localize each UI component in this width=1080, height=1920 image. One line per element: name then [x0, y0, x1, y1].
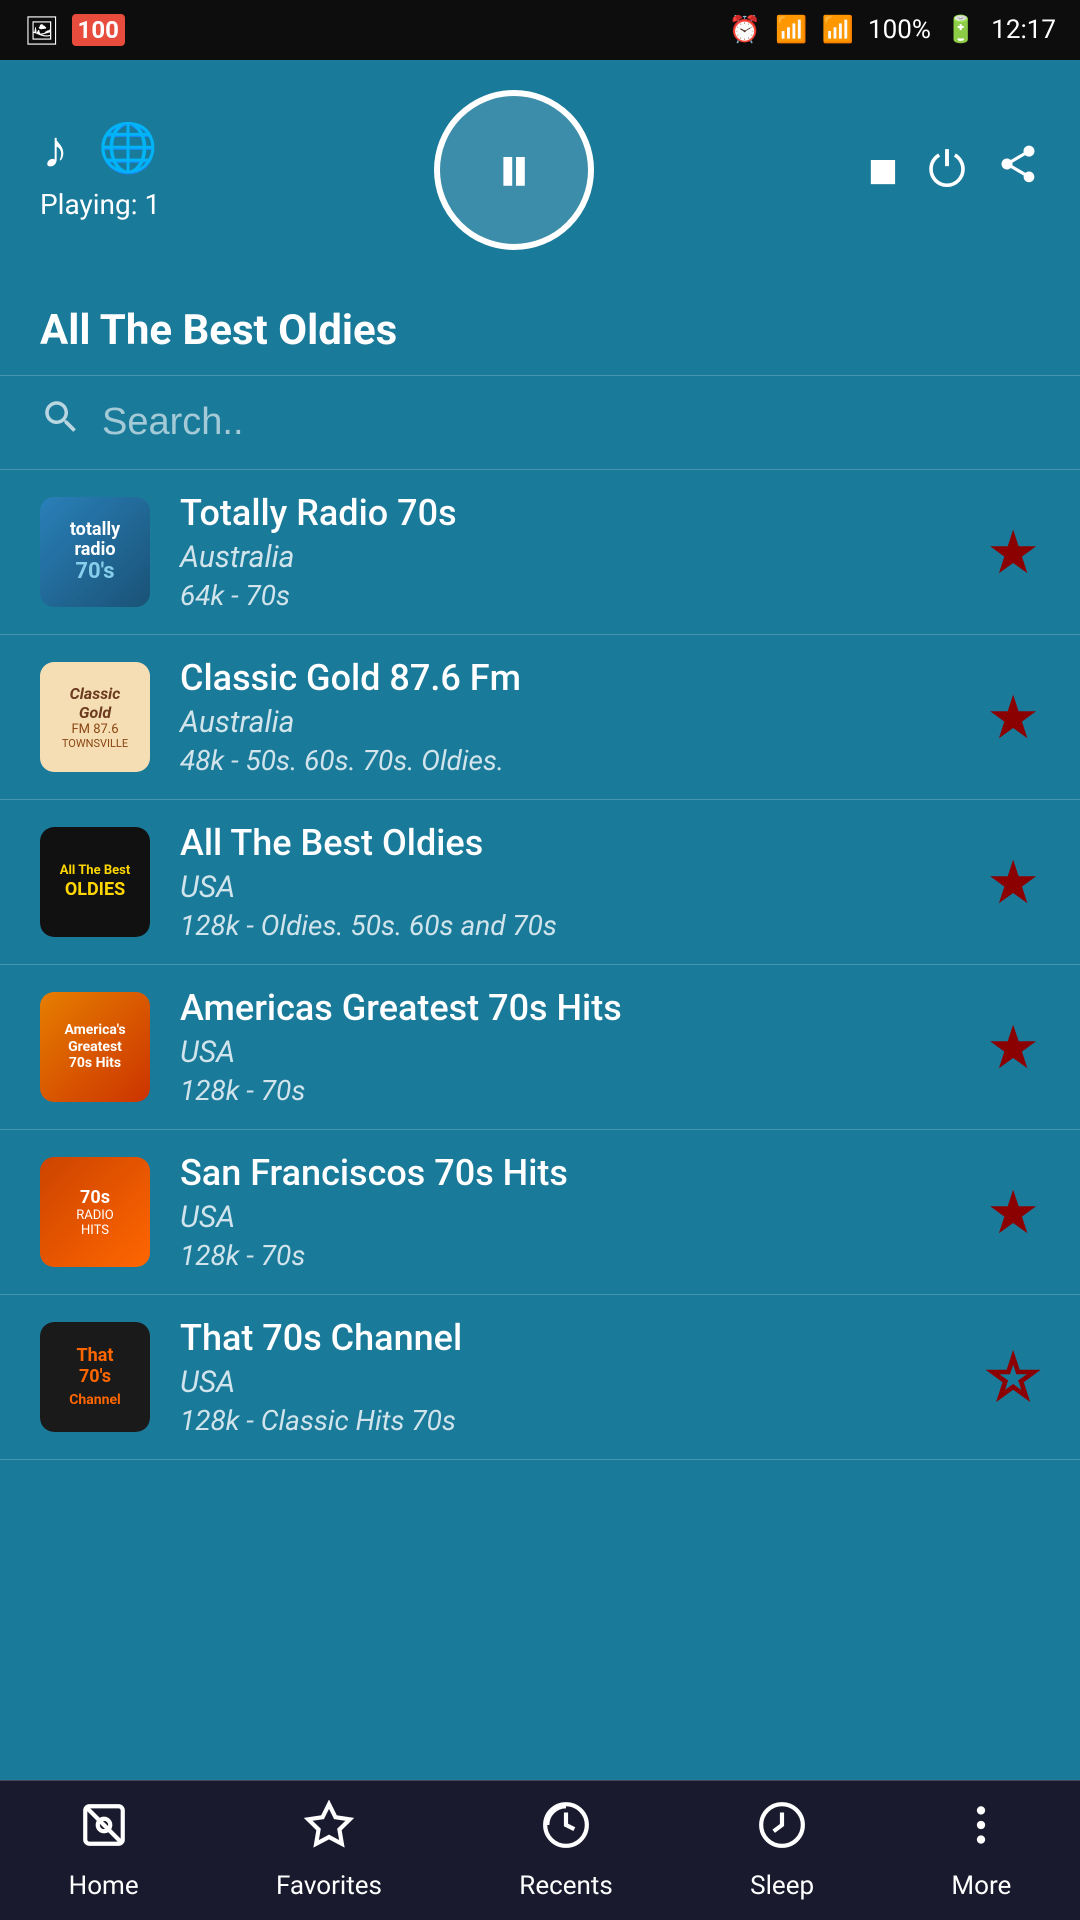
station-info: All The Best Oldies USA 128k - Oldies. 5…: [180, 822, 966, 942]
station-name: That 70s Channel: [180, 1317, 966, 1359]
station-list: totallyradio 70's Totally Radio 70s Aust…: [0, 470, 1080, 1460]
station-logo: That70'sChannel: [40, 1322, 150, 1432]
nav-sleep[interactable]: Sleep: [750, 1800, 814, 1901]
music-note-icon[interactable]: ♪: [42, 119, 68, 180]
nav-home[interactable]: Home: [69, 1800, 139, 1901]
station-bitrate: 48k - 50s. 60s. 70s. Oldies.: [180, 744, 966, 777]
search-bar: [0, 376, 1080, 470]
favorite-star[interactable]: ★: [986, 1177, 1040, 1248]
sleep-label: Sleep: [750, 1871, 814, 1901]
wifi-icon: 📶: [775, 15, 807, 45]
favorite-star[interactable]: ★: [986, 847, 1040, 918]
sleep-icon: [757, 1800, 807, 1863]
station-name: San Franciscos 70s Hits: [180, 1152, 966, 1194]
station-bitrate: 128k - Oldies. 50s. 60s and 70s: [180, 909, 966, 942]
bottom-nav: Home Favorites Recents Sleep: [0, 1780, 1080, 1920]
station-info: San Franciscos 70s Hits USA 128k - 70s: [180, 1152, 966, 1272]
station-name: All The Best Oldies: [180, 822, 966, 864]
player-left: ♪ 🌐 Playing: 1: [40, 119, 160, 221]
stop-button[interactable]: ■: [868, 141, 898, 200]
player-controls: ♪ 🌐 Playing: 1 ⏸ ■ ⏻: [40, 90, 1040, 250]
nav-recents[interactable]: Recents: [519, 1800, 613, 1901]
search-input[interactable]: [102, 401, 1040, 444]
station-item[interactable]: 70s RADIO HITS San Franciscos 70s Hits U…: [0, 1130, 1080, 1295]
station-logo: America'sGreatest70s Hits: [40, 992, 150, 1102]
recents-icon: [541, 1800, 591, 1863]
station-item[interactable]: All The BestOLDIES All The Best Oldies U…: [0, 800, 1080, 965]
more-label: More: [951, 1871, 1011, 1901]
station-bitrate: 64k - 70s: [180, 579, 966, 612]
station-logo: Classic Gold FM 87.6 TOWNSVILLE: [40, 662, 150, 772]
status-right: ⏰ 📶 📶 100% 🔋 12:17: [729, 15, 1056, 45]
time-display: 12:17: [991, 15, 1056, 45]
pause-button[interactable]: ⏸: [434, 90, 594, 250]
share-button[interactable]: [996, 141, 1040, 199]
station-country: USA: [180, 870, 966, 905]
alarm-icon: ⏰: [729, 15, 761, 45]
favorite-star[interactable]: ★: [986, 682, 1040, 753]
station-logo: 70s RADIO HITS: [40, 1157, 150, 1267]
home-label: Home: [69, 1871, 139, 1901]
player-right: ■ ⏻: [868, 141, 1040, 200]
station-country: USA: [180, 1035, 966, 1070]
station-name: Totally Radio 70s: [180, 492, 966, 534]
nav-favorites[interactable]: Favorites: [276, 1800, 382, 1901]
station-country: Australia: [180, 705, 966, 740]
station-bitrate: 128k - Classic Hits 70s: [180, 1404, 966, 1437]
current-station-title: All The Best Oldies: [0, 290, 1080, 376]
station-country: USA: [180, 1365, 966, 1400]
battery-text: 100%: [868, 15, 931, 45]
home-icon: [79, 1800, 129, 1863]
station-item[interactable]: That70'sChannel That 70s Channel USA 128…: [0, 1295, 1080, 1460]
station-item[interactable]: America'sGreatest70s Hits Americas Great…: [0, 965, 1080, 1130]
station-info: Classic Gold 87.6 Fm Australia 48k - 50s…: [180, 657, 966, 777]
station-info: Americas Greatest 70s Hits USA 128k - 70…: [180, 987, 966, 1107]
favorites-icon: [304, 1800, 354, 1863]
player-left-icons: ♪ 🌐: [42, 119, 158, 180]
globe-icon[interactable]: 🌐: [98, 119, 158, 180]
station-bitrate: 128k - 70s: [180, 1074, 966, 1107]
station-logo: All The BestOLDIES: [40, 827, 150, 937]
station-item[interactable]: totallyradio 70's Totally Radio 70s Aust…: [0, 470, 1080, 635]
station-bitrate: 128k - 70s: [180, 1239, 966, 1272]
battery-icon: 🔋: [945, 15, 977, 45]
station-country: Australia: [180, 540, 966, 575]
pause-icon: ⏸: [497, 135, 532, 205]
station-info: That 70s Channel USA 128k - Classic Hits…: [180, 1317, 966, 1437]
radio-icon: 100: [72, 14, 125, 46]
station-name: Americas Greatest 70s Hits: [180, 987, 966, 1029]
station-info: Totally Radio 70s Australia 64k - 70s: [180, 492, 966, 612]
player-header: ♪ 🌐 Playing: 1 ⏸ ■ ⏻: [0, 60, 1080, 290]
favorite-star[interactable]: ★: [986, 517, 1040, 588]
station-name: Classic Gold 87.6 Fm: [180, 657, 966, 699]
station-item[interactable]: Classic Gold FM 87.6 TOWNSVILLE Classic …: [0, 635, 1080, 800]
image-icon: 🖼: [24, 14, 60, 47]
status-left: 🖼 100: [24, 14, 125, 47]
nav-more[interactable]: More: [951, 1800, 1011, 1901]
status-bar: 🖼 100 ⏰ 📶 📶 100% 🔋 12:17: [0, 0, 1080, 60]
station-logo: totallyradio 70's: [40, 497, 150, 607]
power-button[interactable]: ⏻: [928, 141, 966, 199]
favorite-star[interactable]: ☆: [986, 1342, 1040, 1413]
signal-icon: 📶: [822, 15, 854, 45]
favorites-label: Favorites: [276, 1871, 382, 1901]
station-country: USA: [180, 1200, 966, 1235]
favorite-star[interactable]: ★: [986, 1012, 1040, 1083]
playing-label: Playing: 1: [40, 188, 160, 221]
more-icon: [956, 1800, 1006, 1863]
recents-label: Recents: [519, 1871, 613, 1901]
search-icon: [40, 396, 82, 449]
